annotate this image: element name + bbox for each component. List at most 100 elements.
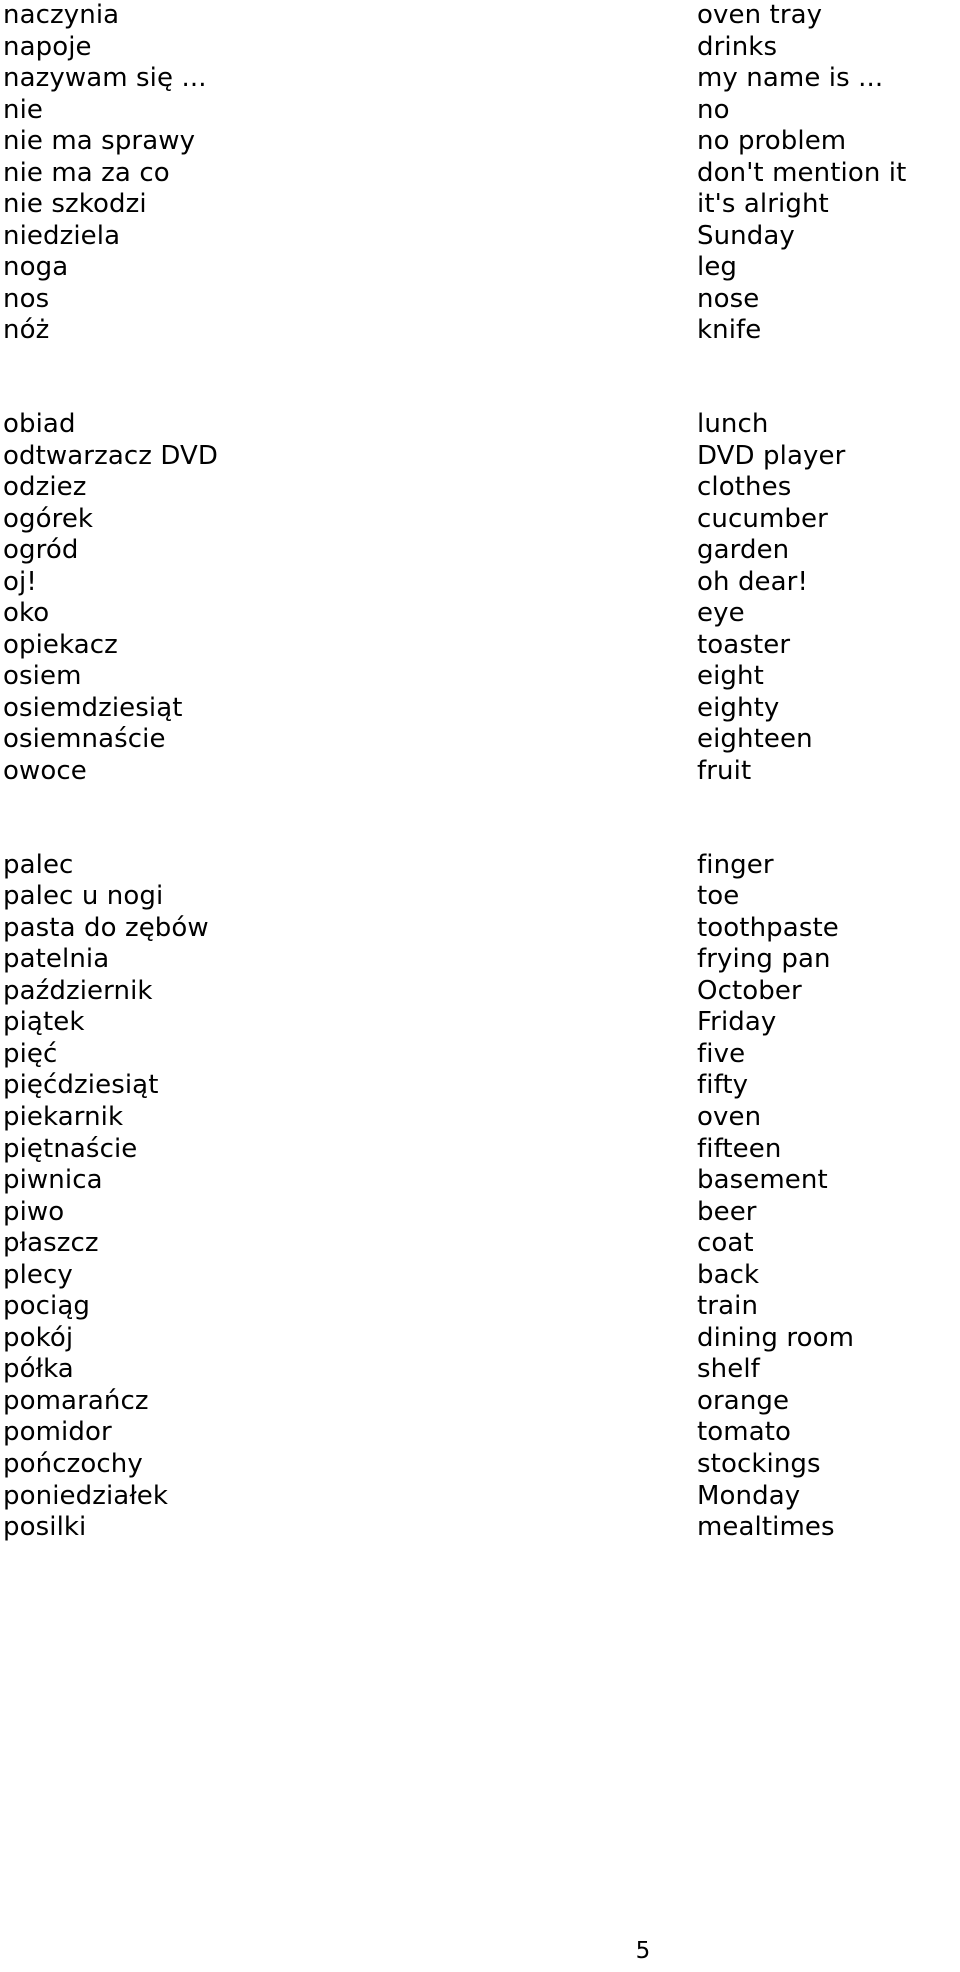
entry-gloss: no problem — [697, 126, 847, 157]
glossary-entry: napoje drinks — [0, 32, 960, 64]
glossary-entry: ogórek cucumber — [0, 504, 960, 536]
glossary-entry: odtwarzacz DVD DVD player — [0, 441, 960, 473]
entry-term: październik — [3, 975, 153, 1006]
entry-term: nie — [3, 94, 43, 125]
entry-term: nie ma sprawy — [3, 126, 196, 157]
entry-gloss: my name is ... — [697, 63, 884, 94]
entry-term: posilki — [3, 1512, 87, 1543]
entry-term: ogórek — [3, 503, 94, 534]
entry-term: nie ma za co — [3, 157, 170, 188]
entry-gloss: train — [697, 1291, 759, 1322]
entry-gloss: basement — [697, 1165, 828, 1196]
entry-group: naczynia oven tray napoje drinks nazywam się… — [0, 0, 960, 347]
page-number-value: 5 — [635, 1938, 651, 1964]
entry-term: pociąg — [3, 1291, 90, 1322]
glossary-entry: półka shelf — [0, 1354, 960, 1386]
entry-term: odziez — [3, 472, 87, 503]
entry-gloss: beer — [697, 1196, 757, 1227]
entry-gloss: clothes — [697, 472, 792, 503]
entry-gloss: oven tray — [697, 0, 823, 30]
entry-term: obiad — [3, 409, 76, 440]
glossary-entry: nazywam się ... my name is ... — [0, 63, 960, 95]
glossary-entry: pończochy stockings — [0, 1449, 960, 1481]
entry-term: patelnia — [3, 944, 110, 975]
glossary-entry: płaszcz coat — [0, 1228, 960, 1260]
glossary-entry: piwo beer — [0, 1197, 960, 1229]
entry-term: pasta do zębów — [3, 912, 209, 943]
entry-term: poniedziałek — [3, 1480, 169, 1511]
entry-term: piekarnik — [3, 1101, 124, 1132]
entry-gloss: oven — [697, 1101, 762, 1132]
entry-term: oko — [3, 598, 50, 629]
glossary-entry: nie szkodzi it's alright — [0, 189, 960, 221]
entry-gloss: shelf — [697, 1354, 760, 1385]
glossary-entry: plecy back — [0, 1260, 960, 1292]
entry-term: nos — [3, 283, 50, 314]
entry-term: napoje — [3, 31, 92, 62]
entry-term: piwnica — [3, 1165, 103, 1196]
entry-gloss: dining room — [697, 1322, 855, 1353]
glossary-entry: palec finger — [0, 850, 960, 882]
entry-group: palec finger palec u nogi toe pasta do zębów… — [0, 850, 960, 1544]
glossary-entry: pięćdziesiąt fifty — [0, 1070, 960, 1102]
entry-term: plecy — [3, 1259, 73, 1290]
entry-gloss: October — [697, 975, 802, 1006]
entry-gloss: Friday — [697, 1007, 777, 1038]
entry-term: pięćdziesiąt — [3, 1070, 159, 1101]
entry-gloss: toaster — [697, 629, 791, 660]
entry-gloss: five — [697, 1038, 746, 1069]
entry-gloss: garden — [697, 535, 790, 566]
entry-gloss: toothpaste — [697, 912, 839, 943]
glossary-entry: nie no — [0, 95, 960, 127]
glossary-entry: opiekacz toaster — [0, 630, 960, 662]
entry-term: pokój — [3, 1322, 74, 1353]
entry-gloss: mealtimes — [697, 1512, 835, 1543]
entry-gloss: finger — [697, 849, 774, 880]
entry-term: piętnaście — [3, 1133, 138, 1164]
entry-gloss: DVD player — [697, 440, 846, 471]
glossary-entry: piwnica basement — [0, 1165, 960, 1197]
entry-term: owoce — [3, 756, 87, 787]
entry-gloss: tomato — [697, 1417, 792, 1448]
entry-gloss: drinks — [697, 31, 778, 62]
entry-gloss: frying pan — [697, 944, 831, 975]
entry-term: półka — [3, 1354, 74, 1385]
glossary-entry: nie ma za co don't mention it — [0, 158, 960, 190]
entry-gloss: nose — [697, 283, 760, 314]
entry-term: osiem — [3, 661, 82, 692]
glossary-entry: palec u nogi toe — [0, 881, 960, 913]
glossary-entry: piętnaście fifteen — [0, 1134, 960, 1166]
glossary-entry: październik October — [0, 976, 960, 1008]
entry-gloss: toe — [697, 881, 740, 912]
glossary-entry: pięć five — [0, 1039, 960, 1071]
glossary-list: naczynia oven tray napoje drinks nazywam się… — [0, 0, 960, 1544]
entry-gloss: fifty — [697, 1070, 749, 1101]
page-number: 5 — [0, 1938, 960, 1964]
entry-term: nóż — [3, 315, 50, 346]
glossary-entry: pociąg train — [0, 1291, 960, 1323]
glossary-entry: pasta do zębów toothpaste — [0, 913, 960, 945]
glossary-entry: noga leg — [0, 252, 960, 284]
glossary-entry: piekarnik oven — [0, 1102, 960, 1134]
entry-gloss: don't mention it — [697, 157, 907, 188]
glossary-entry: pomidor tomato — [0, 1417, 960, 1449]
glossary-entry: niedziela Sunday — [0, 221, 960, 253]
entry-group: obiad lunch odtwarzacz DVD DVD player odziez… — [0, 409, 960, 788]
entry-gloss: Sunday — [697, 220, 795, 251]
entry-gloss: fruit — [697, 756, 752, 787]
entry-term: osiemnaście — [3, 724, 166, 755]
entry-term: niedziela — [3, 220, 121, 251]
entry-gloss: cucumber — [697, 503, 828, 534]
entry-gloss: eighty — [697, 692, 780, 723]
entry-gloss: back — [697, 1259, 760, 1290]
entry-term: pończochy — [3, 1448, 143, 1479]
entry-term: noga — [3, 252, 69, 283]
entry-term: płaszcz — [3, 1228, 99, 1259]
entry-term: ogród — [3, 535, 79, 566]
glossary-entry: oj! oh dear! — [0, 567, 960, 599]
glossary-entry: odziez clothes — [0, 472, 960, 504]
entry-gloss: orange — [697, 1385, 790, 1416]
entry-gloss: stockings — [697, 1448, 821, 1479]
entry-term: opiekacz — [3, 629, 118, 660]
entry-gloss: fifteen — [697, 1133, 782, 1164]
